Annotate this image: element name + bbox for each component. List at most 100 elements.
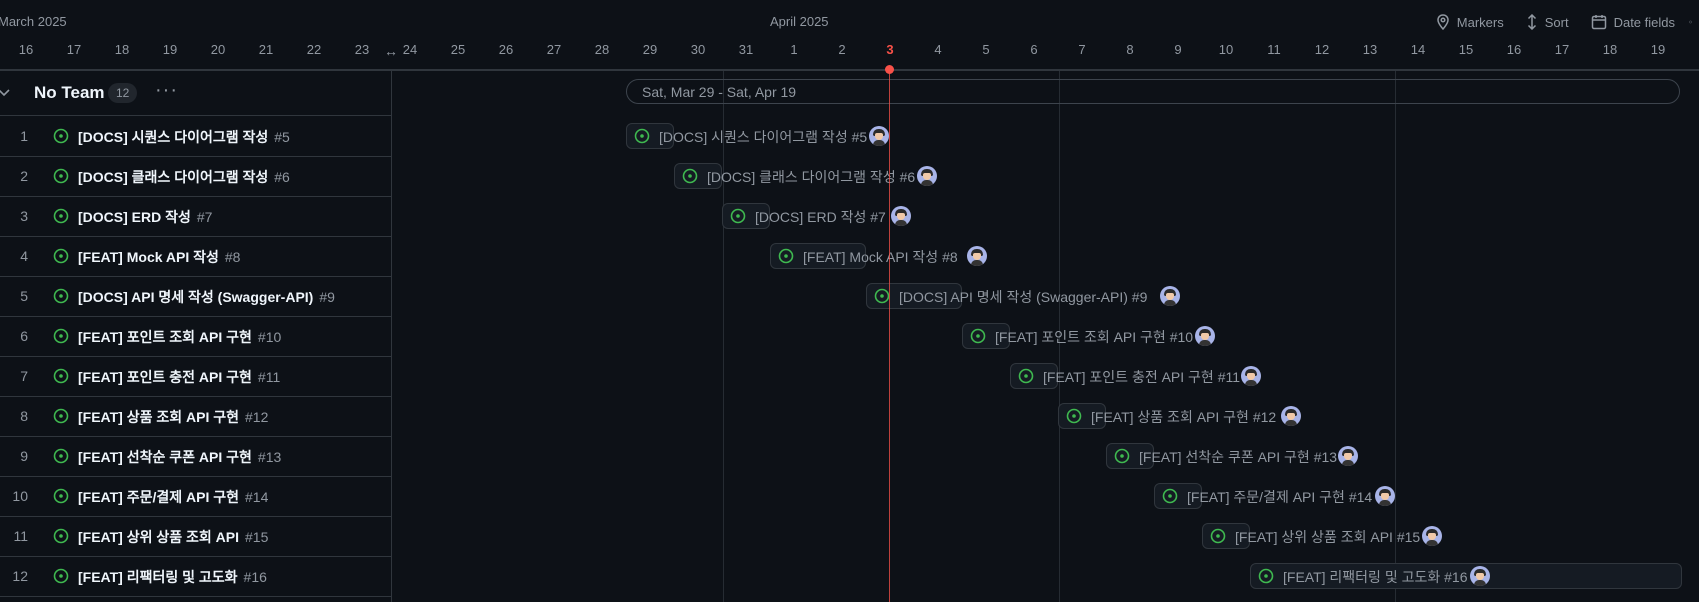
row-title[interactable]: [FEAT] Mock API 작성 #8	[78, 247, 240, 267]
row-title[interactable]: [DOCS] API 명세 작성 (Swagger-API) #9	[78, 287, 335, 307]
table-row[interactable]: 11 [FEAT] 상위 상품 조회 API #15	[0, 516, 391, 557]
bar-status-icon	[682, 168, 698, 184]
table-row[interactable]: 3 [DOCS] ERD 작성 #7	[0, 196, 391, 237]
open-issue-icon	[53, 248, 69, 264]
day-label: 13	[1362, 42, 1378, 57]
issue-title[interactable]: [FEAT] 주문/결제 API 구현	[78, 489, 239, 505]
row-title[interactable]: [FEAT] 리팩터링 및 고도화 #16	[78, 567, 267, 587]
day-label: 19	[1650, 42, 1666, 57]
issue-title[interactable]: [DOCS] ERD 작성	[78, 209, 191, 225]
bar-label[interactable]: [FEAT] 포인트 조회 API 구현 #10	[995, 327, 1193, 347]
row-title[interactable]: [FEAT] 포인트 충전 API 구현 #11	[78, 367, 280, 387]
bar-label[interactable]: [FEAT] 주문/결제 API 구현 #14	[1187, 487, 1372, 507]
table-row[interactable]: 1 [DOCS] 시퀀스 다이어그램 작성 #5	[0, 116, 391, 157]
assignee-avatar[interactable]	[967, 246, 987, 266]
bar-label[interactable]: [DOCS] ERD 작성 #7	[755, 207, 886, 227]
row-title[interactable]: [FEAT] 포인트 조회 API 구현 #10	[78, 327, 281, 347]
assignee-avatar[interactable]	[891, 206, 911, 226]
table-row[interactable]: 7 [FEAT] 포인트 충전 API 구현 #11	[0, 356, 391, 397]
open-issue-icon	[53, 528, 69, 544]
issue-title[interactable]: [FEAT] Mock API 작성	[78, 249, 219, 265]
issue-title[interactable]: [FEAT] 포인트 충전 API 구현	[78, 369, 252, 385]
issue-title[interactable]: [DOCS] 클래스 다이어그램 작성	[78, 169, 268, 185]
row-title[interactable]: [FEAT] 주문/결제 API 구현 #14	[78, 487, 268, 507]
issue-title[interactable]: [DOCS] API 명세 작성 (Swagger-API)	[78, 289, 313, 305]
issue-title[interactable]: [FEAT] 상품 조회 API 구현	[78, 409, 239, 425]
day-label: 23	[354, 42, 370, 57]
bar-label[interactable]: [FEAT] 포인트 충전 API 구현 #11	[1043, 367, 1240, 387]
row-title[interactable]: [DOCS] 시퀀스 다이어그램 작성 #5	[78, 127, 290, 147]
day-label: 8	[1126, 42, 1134, 57]
group-menu-button[interactable]: ···	[155, 79, 178, 102]
bar-label[interactable]: [DOCS] 시퀀스 다이어그램 작성 #5	[659, 127, 867, 147]
row-index: 2	[20, 168, 28, 184]
row-title[interactable]: [FEAT] 선착순 쿠폰 API 구현 #13	[78, 447, 281, 467]
table-row[interactable]: 9 [FEAT] 선착순 쿠폰 API 구현 #13	[0, 436, 391, 477]
row-index: 9	[20, 448, 28, 464]
chevron-down-icon[interactable]	[0, 88, 10, 98]
assignee-avatar[interactable]	[1281, 406, 1301, 426]
day-label: 27	[546, 42, 562, 57]
day-label: 21	[258, 42, 274, 57]
day-label: 5	[982, 42, 990, 57]
assignee-avatar[interactable]	[1195, 326, 1215, 346]
bar-status-icon	[634, 128, 650, 144]
open-issue-icon	[53, 328, 69, 344]
row-title[interactable]: [FEAT] 상품 조회 API 구현 #12	[78, 407, 268, 427]
table-row[interactable]: 10 [FEAT] 주문/결제 API 구현 #14	[0, 476, 391, 517]
row-title[interactable]: [FEAT] 상위 상품 조회 API #15	[78, 527, 268, 547]
bar-label[interactable]: [FEAT] 상위 상품 조회 API #15	[1235, 527, 1420, 547]
group-header: No Team 12 ···	[0, 71, 391, 116]
issue-number: #13	[257, 449, 282, 465]
row-title[interactable]: [DOCS] ERD 작성 #7	[78, 207, 212, 227]
assignee-avatar[interactable]	[1160, 286, 1180, 306]
issue-number: #8	[224, 249, 241, 265]
day-label: 18	[114, 42, 130, 57]
sidebar-divider[interactable]	[391, 71, 392, 602]
bar-status-icon	[1258, 568, 1274, 584]
sort-button[interactable]: Sort	[1526, 14, 1569, 30]
issue-title[interactable]: [DOCS] 시퀀스 다이어그램 작성	[78, 129, 268, 145]
assignee-avatar[interactable]	[869, 126, 889, 146]
group-date-range[interactable]: Sat, Mar 29 - Sat, Apr 19	[626, 79, 1680, 104]
table-row[interactable]: 12 [FEAT] 리팩터링 및 고도화 #16	[0, 556, 391, 597]
markers-button[interactable]: Markers	[1436, 14, 1504, 30]
assignee-avatar[interactable]	[1422, 526, 1442, 546]
date-fields-button[interactable]: Date fields	[1591, 14, 1675, 30]
table-row[interactable]: 2 [DOCS] 클래스 다이어그램 작성 #6	[0, 156, 391, 197]
bar-status-icon	[874, 288, 890, 304]
bar-label[interactable]: [DOCS] 클래스 다이어그램 작성 #6	[707, 167, 915, 187]
assignee-avatar[interactable]	[917, 166, 937, 186]
bar-label[interactable]: [FEAT] Mock API 작성 #8	[803, 247, 958, 267]
assignee-avatar[interactable]	[1375, 486, 1395, 506]
day-label: 2	[838, 42, 846, 57]
table-row[interactable]: 4 [FEAT] Mock API 작성 #8	[0, 236, 391, 277]
day-label: 28	[594, 42, 610, 57]
issue-open-icon	[53, 328, 69, 344]
row-index: 4	[20, 248, 28, 264]
settings-button[interactable]	[1689, 14, 1699, 30]
assignee-avatar[interactable]	[1338, 446, 1358, 466]
row-title[interactable]: [DOCS] 클래스 다이어그램 작성 #6	[78, 167, 290, 187]
issue-title[interactable]: [FEAT] 상위 상품 조회 API	[78, 529, 239, 545]
issue-title[interactable]: [FEAT] 포인트 조회 API 구현	[78, 329, 252, 345]
table-row[interactable]: 6 [FEAT] 포인트 조회 API 구현 #10	[0, 316, 391, 357]
assignee-avatar[interactable]	[1241, 366, 1261, 386]
table-row[interactable]: 5 [DOCS] API 명세 작성 (Swagger-API) #9	[0, 276, 391, 317]
assignee-avatar[interactable]	[1470, 566, 1490, 586]
calendar-icon	[1591, 15, 1606, 30]
issue-open-icon	[682, 168, 698, 184]
bar-status-icon	[1162, 488, 1178, 504]
bar-label[interactable]: [FEAT] 리팩터링 및 고도화 #16	[1283, 567, 1467, 587]
bar-label[interactable]: [FEAT] 선착순 쿠폰 API 구현 #13	[1139, 447, 1337, 467]
issue-open-icon	[634, 128, 650, 144]
open-issue-icon	[53, 408, 69, 424]
issue-open-icon	[1066, 408, 1082, 424]
table-row[interactable]: 8 [FEAT] 상품 조회 API 구현 #12	[0, 396, 391, 437]
issue-title[interactable]: [FEAT] 리팩터링 및 고도화	[78, 569, 238, 585]
resize-handle-icon[interactable]: ↔	[384, 43, 398, 59]
day-label: 18	[1602, 42, 1618, 57]
bar-label[interactable]: [FEAT] 상품 조회 API 구현 #12	[1091, 407, 1276, 427]
issue-title[interactable]: [FEAT] 선착순 쿠폰 API 구현	[78, 449, 252, 465]
bar-label[interactable]: [DOCS] API 명세 작성 (Swagger-API) #9	[899, 287, 1147, 307]
